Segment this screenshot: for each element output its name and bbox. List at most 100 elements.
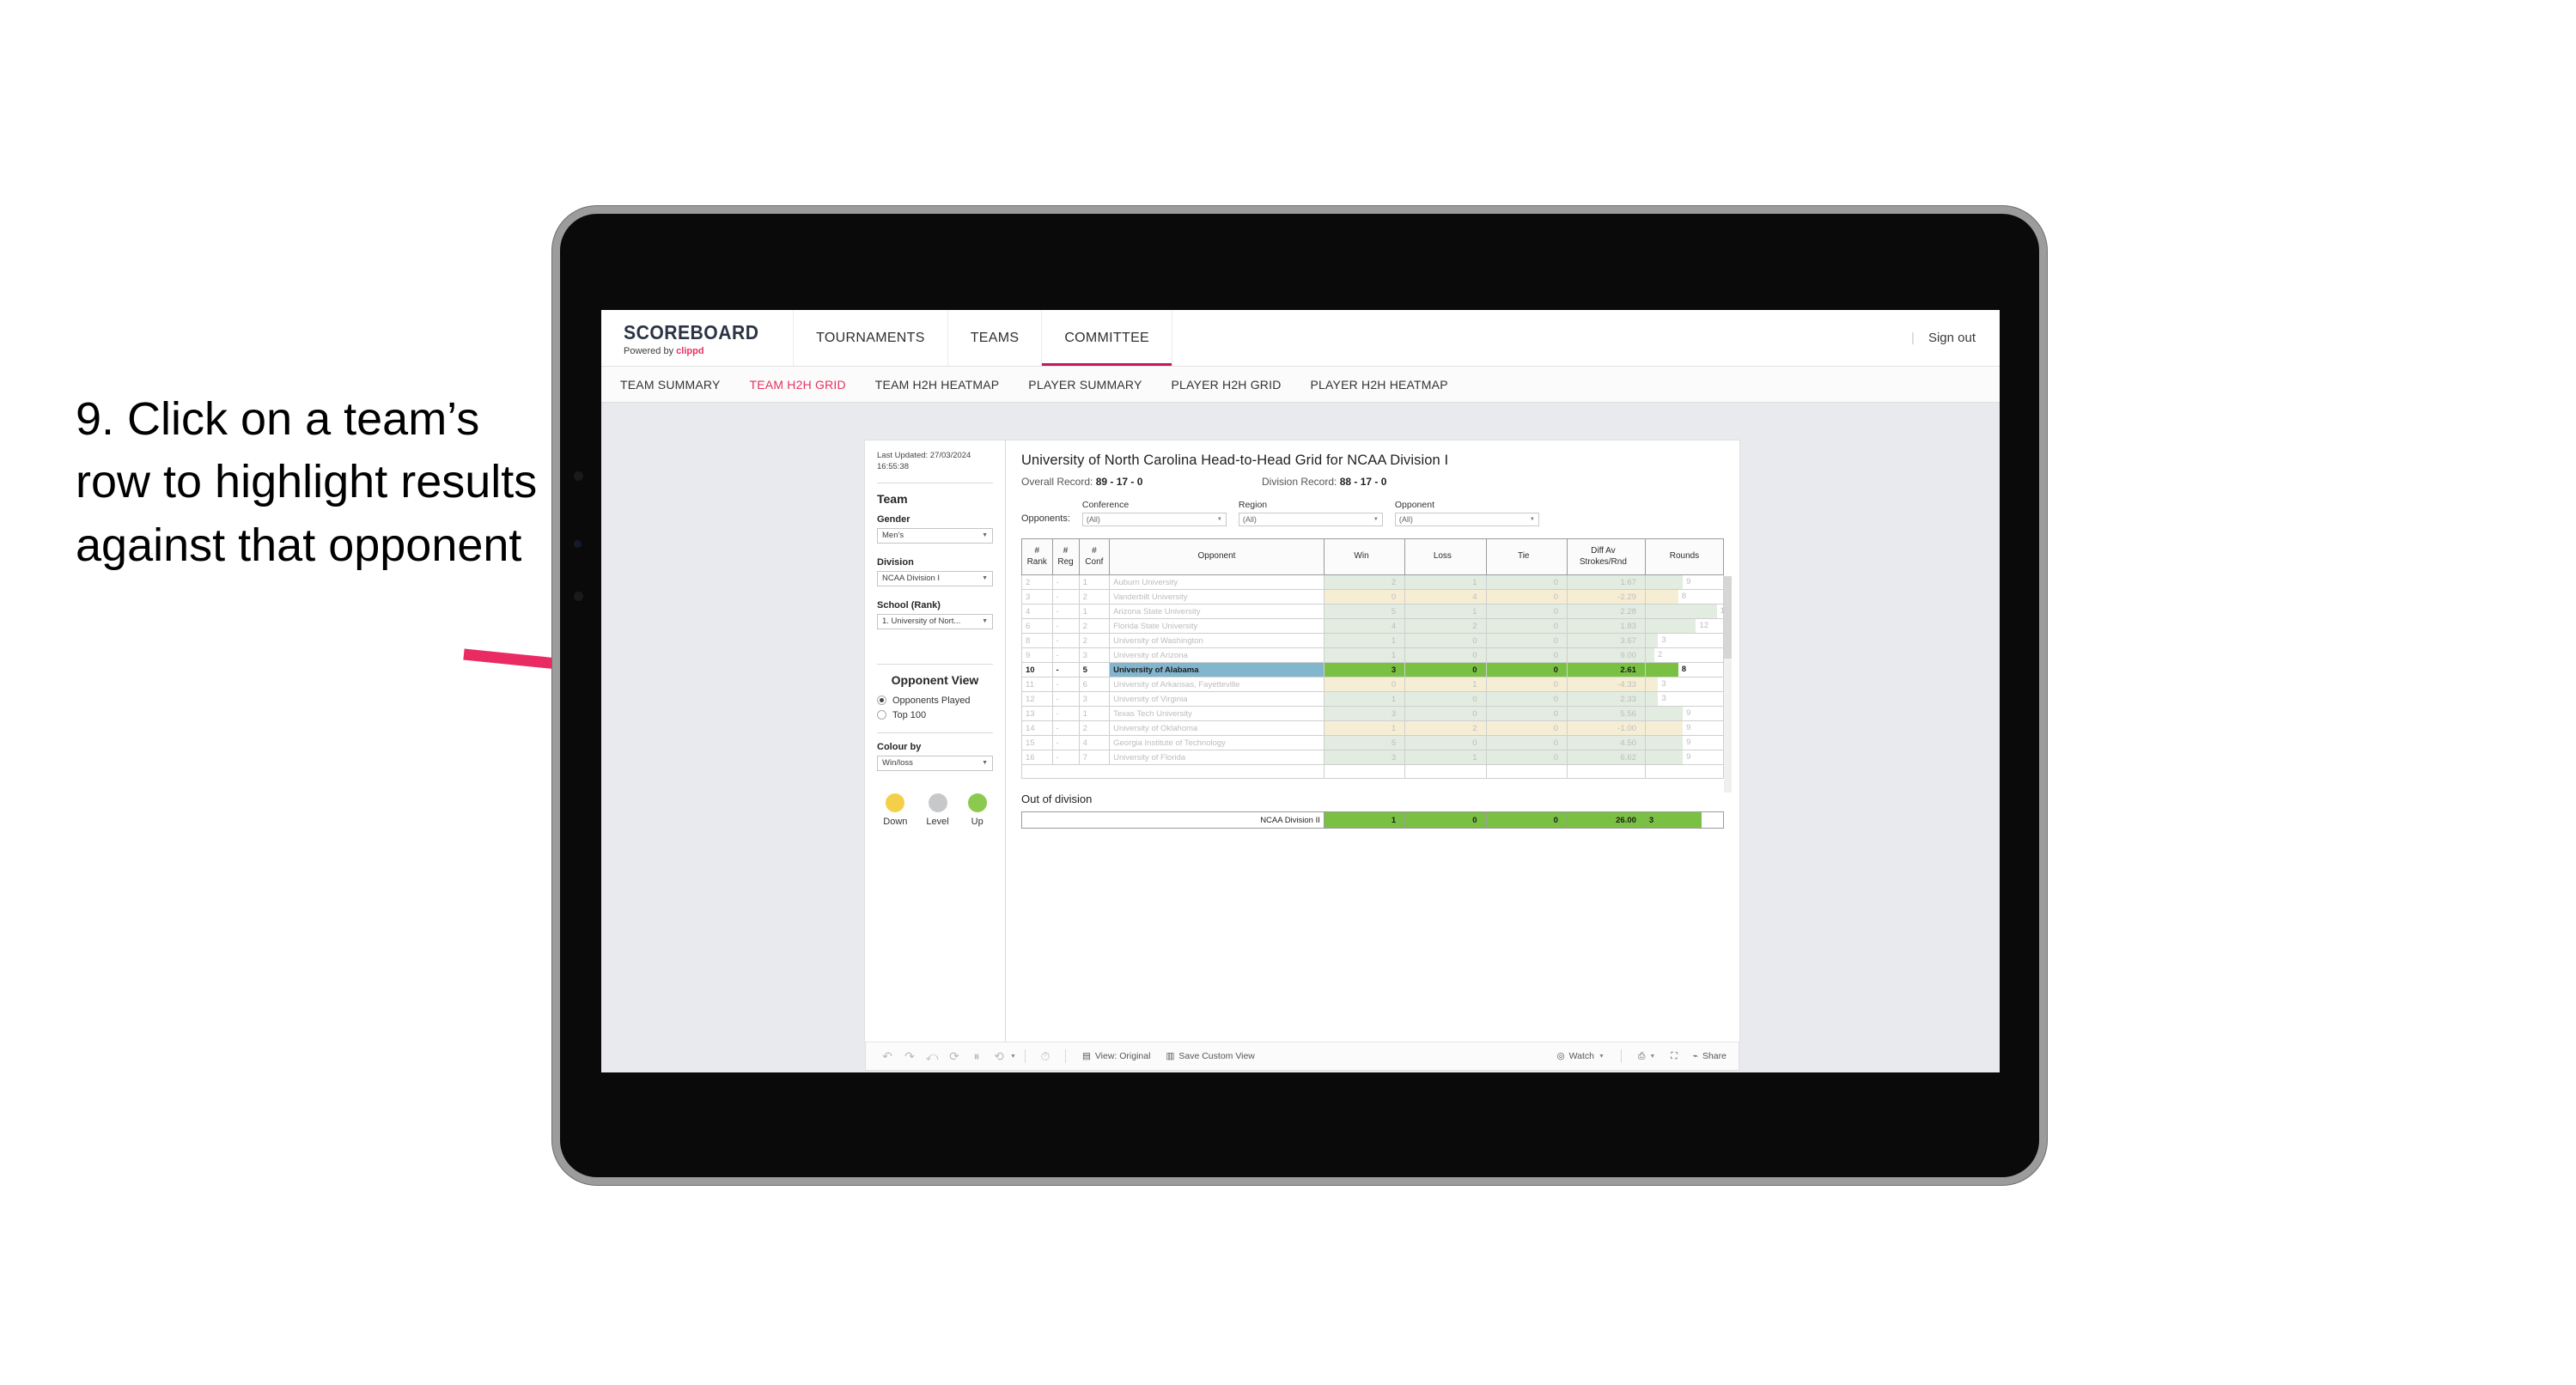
cell-diff: 2.61 — [1566, 662, 1646, 677]
table-row[interactable]: 14-2 University of Oklahoma 1 2 0 -1.00 9 — [1021, 720, 1725, 736]
table-row[interactable]: 8-2 University of Washington 1 0 0 3.67 3 — [1021, 633, 1725, 648]
radio-top-100[interactable]: Top 100 — [877, 710, 993, 720]
th-win[interactable]: Win — [1323, 538, 1406, 575]
share-button[interactable]: ⌁ Share — [1685, 1051, 1739, 1061]
subtab-player-summary[interactable]: PLAYER SUMMARY — [1028, 378, 1142, 392]
filter-conference-select[interactable]: (All) ▼ — [1081, 513, 1227, 526]
cell-diff: -4.33 — [1566, 677, 1646, 692]
table-row[interactable]: 11-6 University of Arkansas, Fayetteville… — [1021, 677, 1725, 692]
radio-opponents-played[interactable]: Opponents Played — [877, 696, 993, 706]
cell-rounds-value: 3 — [1661, 679, 1666, 689]
radio-label-top-100: Top 100 — [892, 709, 927, 720]
colour-legend: Down Level Up — [877, 793, 993, 827]
refresh-data-icon[interactable]: ⟳ — [943, 1047, 965, 1066]
subtab-team-h2h-heatmap[interactable]: TEAM H2H HEATMAP — [875, 378, 1000, 392]
cell-win: 2 — [1323, 574, 1406, 590]
cell-loss: 0 — [1404, 662, 1487, 677]
th-tie[interactable]: Tie — [1485, 538, 1568, 575]
colour-by-select[interactable]: Win/loss ▼ — [877, 755, 993, 771]
gender-label: Gender — [877, 513, 910, 525]
revert-icon[interactable]: ⤺ — [921, 1047, 943, 1066]
download-icon: ⎙ — [1637, 1050, 1646, 1061]
chevron-down-icon: ▼ — [982, 618, 988, 625]
loop-icon[interactable]: ⟲ — [988, 1047, 1010, 1066]
gender-select[interactable]: Men’s ▼ — [877, 527, 993, 544]
subtab-player-h2h-grid[interactable]: PLAYER H2H GRID — [1172, 378, 1282, 392]
team-section-title: Team — [877, 491, 908, 506]
download-button[interactable]: ⎙ ▼ — [1630, 1051, 1663, 1062]
tablet-screen: SCOREBOARD Powered by clippd TOURNAMENTS… — [601, 310, 2000, 1072]
view-original-label: View: Original — [1094, 1051, 1151, 1061]
table-row[interactable]: 12-3 University of Virginia 1 0 0 2.33 3 — [1021, 691, 1725, 707]
nav-tab-committee[interactable]: COMMITTEE — [1042, 310, 1173, 366]
chevron-down-icon: ▼ — [1649, 1053, 1656, 1060]
legend-item-level: Level — [926, 793, 949, 827]
table-row[interactable]: 13-1 Texas Tech University 3 0 0 5.56 9 — [1021, 706, 1725, 721]
cell-rank: 6 — [1021, 618, 1053, 634]
th-reg[interactable]: # Reg — [1051, 538, 1080, 575]
watch-button[interactable]: ◎ Watch ▼ — [1549, 1051, 1611, 1061]
table-row[interactable]: 2-1 Auburn University 2 1 0 1.67 9 — [1021, 574, 1725, 590]
table-row[interactable]: 3-2 Vanderbilt University 0 4 0 -2.29 8 — [1021, 589, 1725, 604]
table-row[interactable]: 4-1Arizona State University5102.2817 — [1021, 604, 1725, 619]
nav-tab-tournaments[interactable]: TOURNAMENTS — [794, 310, 948, 366]
filter-region-select[interactable]: (All) ▼ — [1238, 513, 1383, 526]
table-row[interactable]: 16-7 University of Florida 3 1 0 6.62 9 — [1021, 750, 1725, 765]
th-rounds[interactable]: Rounds — [1644, 538, 1725, 575]
overall-record-label: Overall Record: — [1021, 476, 1093, 488]
view-original-button[interactable]: ▤ View: Original — [1075, 1051, 1159, 1061]
table-scrollbar-thumb[interactable] — [1724, 576, 1732, 659]
filter-region-value: (All) — [1242, 515, 1257, 524]
th-rank[interactable]: # Rank — [1021, 538, 1053, 575]
secondary-navigation: TEAM SUMMARY TEAM H2H GRID TEAM H2H HEAT… — [601, 367, 2000, 403]
undo-icon[interactable]: ↶ — [876, 1047, 898, 1066]
filter-opponent-select[interactable]: (All) ▼ — [1394, 513, 1539, 526]
signout-area: | Sign out — [1911, 310, 2000, 366]
cell-conf: 4 — [1078, 735, 1111, 750]
division-record-value: 88 - 17 - 0 — [1339, 476, 1387, 488]
nav-tab-teams[interactable]: TEAMS — [948, 310, 1043, 366]
chevron-down-icon[interactable]: ▼ — [1010, 1054, 1016, 1060]
legend-item-up: Up — [967, 793, 987, 827]
fullscreen-icon: ⛶ — [1671, 1050, 1678, 1061]
save-custom-view-button[interactable]: ▥ Save Custom View — [1158, 1051, 1262, 1061]
opponent-view-title: Opponent View — [891, 672, 979, 687]
subtab-team-summary[interactable]: TEAM SUMMARY — [620, 378, 721, 392]
table-row[interactable]: 9-3 University of Arizona 1 0 0 9.00 2 — [1021, 647, 1725, 663]
cell-reg: - — [1051, 677, 1080, 692]
fullscreen-button[interactable]: ⛶ — [1663, 1051, 1684, 1062]
opponent-filters: Opponents: Conference (All) ▼ Region (Al… — [1021, 500, 1724, 526]
subtab-team-h2h-grid[interactable]: TEAM H2H GRID — [750, 378, 846, 392]
filter-conference-value: (All) — [1086, 515, 1100, 524]
cell-reg: - — [1051, 691, 1080, 707]
division-select[interactable]: NCAA Division I ▼ — [877, 570, 993, 586]
chevron-down-icon: ▼ — [982, 575, 988, 582]
share-label: Share — [1702, 1051, 1726, 1061]
cell-conf: 3 — [1078, 647, 1111, 663]
cell-reg: - — [1051, 633, 1080, 648]
divider — [1064, 1049, 1066, 1063]
brand-logo[interactable]: SCOREBOARD Powered by clippd — [601, 310, 795, 366]
h2h-grid-table: # Rank # Reg # Conf Opponent Win Loss Tie D… — [1021, 538, 1725, 779]
th-opponent[interactable]: Opponent — [1109, 538, 1325, 575]
cell-tie: 0 — [1485, 604, 1568, 619]
th-diff[interactable]: Diff Av Strokes/Rnd — [1566, 538, 1646, 575]
signout-link[interactable]: Sign out — [1928, 331, 1976, 345]
cell-conf: 1 — [1078, 604, 1111, 619]
th-loss[interactable]: Loss — [1404, 538, 1487, 575]
subtab-player-h2h-heatmap[interactable]: PLAYER H2H HEATMAP — [1311, 378, 1448, 392]
ood-rounds-bar — [1645, 812, 1702, 828]
school-select[interactable]: 1. University of Nort... ▼ — [877, 613, 993, 629]
table-row[interactable]: 15-4 Georgia Institute of Technology 5 0 0 4.… — [1021, 735, 1725, 750]
pause-refresh-icon[interactable]: ⏱ — [1034, 1047, 1057, 1066]
opponents-label: Opponents: — [1021, 513, 1070, 524]
cell-loss: 1 — [1404, 750, 1487, 765]
table-row[interactable]: 6-2 Florida State University 4 2 0 1.83 12 — [1021, 618, 1725, 634]
table-row[interactable]: 10-5 University of Alabama 3 0 0 2.61 8 — [1021, 662, 1725, 677]
redo-icon[interactable]: ↷ — [898, 1047, 921, 1066]
table-row[interactable]: NCAA Division II 1 0 0 26.00 3 — [1021, 811, 1725, 829]
cell-opponent: University of Florida — [1109, 750, 1325, 765]
th-conf[interactable]: # Conf — [1078, 538, 1111, 575]
pause-auto-update-icon[interactable]: ⏸ — [965, 1047, 988, 1066]
cell-loss: 0 — [1404, 735, 1487, 750]
